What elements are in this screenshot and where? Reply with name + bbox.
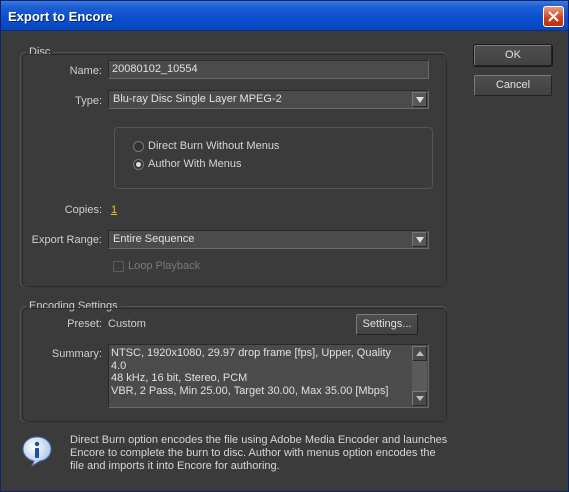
export-range-dropdown-button[interactable] bbox=[412, 232, 427, 247]
copies-value[interactable]: 1 bbox=[111, 204, 117, 216]
preset-label: Preset: bbox=[67, 318, 102, 330]
radio-direct-burn-label: Direct Burn Without Menus bbox=[148, 140, 280, 152]
export-to-encore-dialog: Export to Encore Disc Name: 20080102_105… bbox=[0, 0, 569, 492]
title-bar[interactable]: Export to Encore bbox=[1, 1, 568, 31]
radio-author-menus-circle[interactable] bbox=[133, 158, 144, 170]
radio-author-menus[interactable]: Author With Menus bbox=[133, 156, 242, 172]
summary-line-1: NTSC, 1920x1080, 29.97 drop frame [fps],… bbox=[111, 347, 392, 359]
name-field[interactable]: 20080102_10554 bbox=[108, 60, 429, 79]
info-line-1: Direct Burn option encodes the file usin… bbox=[70, 434, 448, 446]
summary-label: Summary: bbox=[51, 348, 102, 360]
info-line-2: Encore to complete the burn to disc. Aut… bbox=[70, 447, 436, 459]
summary-line-4: VBR, 2 Pass, Min 25.00, Target 30.00, Ma… bbox=[111, 384, 389, 397]
window-title: Export to Encore bbox=[8, 9, 113, 24]
ok-button[interactable]: OK bbox=[473, 44, 553, 67]
radio-direct-burn[interactable]: Direct Burn Without Menus bbox=[133, 138, 279, 154]
info-icon bbox=[22, 436, 52, 467]
close-icon bbox=[548, 11, 559, 22]
copies-label: Copies: bbox=[64, 204, 102, 216]
chevron-down-icon bbox=[416, 396, 424, 401]
type-dropdown-button[interactable] bbox=[412, 92, 427, 107]
export-range-select[interactable]: Entire Sequence bbox=[108, 230, 429, 249]
summary-line-2: 4.0 bbox=[111, 359, 127, 372]
export-range-value: Entire Sequence bbox=[113, 233, 195, 245]
summary-line-3: 48 kHz, 16 bit, Stereo, PCM bbox=[111, 372, 248, 384]
cancel-button[interactable]: Cancel bbox=[474, 75, 552, 96]
name-label: Name: bbox=[69, 65, 102, 77]
encoding-settings-legend: Encoding Settings bbox=[26, 300, 121, 312]
summary-scrollbar[interactable] bbox=[412, 346, 427, 406]
type-label: Type: bbox=[75, 95, 102, 107]
scroll-up-button[interactable] bbox=[412, 346, 427, 361]
scroll-down-button[interactable] bbox=[412, 391, 427, 406]
type-select[interactable]: Blu-ray Disc Single Layer MPEG-2 bbox=[108, 90, 429, 109]
export-range-label: Export Range: bbox=[31, 234, 102, 246]
preset-value: Custom bbox=[108, 318, 146, 330]
settings-button[interactable]: Settings... bbox=[356, 314, 418, 335]
loop-playback-checkbox[interactable]: Loop Playback bbox=[113, 260, 200, 272]
radio-author-menus-label: Author With Menus bbox=[148, 158, 242, 170]
chevron-down-icon bbox=[416, 97, 424, 103]
loop-playback-label: Loop Playback bbox=[128, 260, 201, 272]
radio-direct-burn-circle[interactable] bbox=[133, 140, 144, 152]
loop-playback-box[interactable] bbox=[113, 260, 124, 272]
chevron-down-icon bbox=[416, 237, 424, 243]
disc-group-legend: Disc bbox=[26, 46, 54, 58]
close-button[interactable] bbox=[543, 6, 564, 27]
type-select-value: Blu-ray Disc Single Layer MPEG-2 bbox=[113, 93, 282, 105]
dialog-body: Disc Name: 20080102_10554 Type: Blu-ray … bbox=[4, 32, 565, 490]
info-line-3: file and imports it into Encore for auth… bbox=[70, 460, 280, 472]
info-text: Direct Burn option encodes the file usin… bbox=[70, 434, 447, 473]
chevron-up-icon bbox=[416, 351, 424, 356]
summary-textarea[interactable]: NTSC, 1920x1080, 29.97 drop frame [fps],… bbox=[108, 344, 429, 408]
